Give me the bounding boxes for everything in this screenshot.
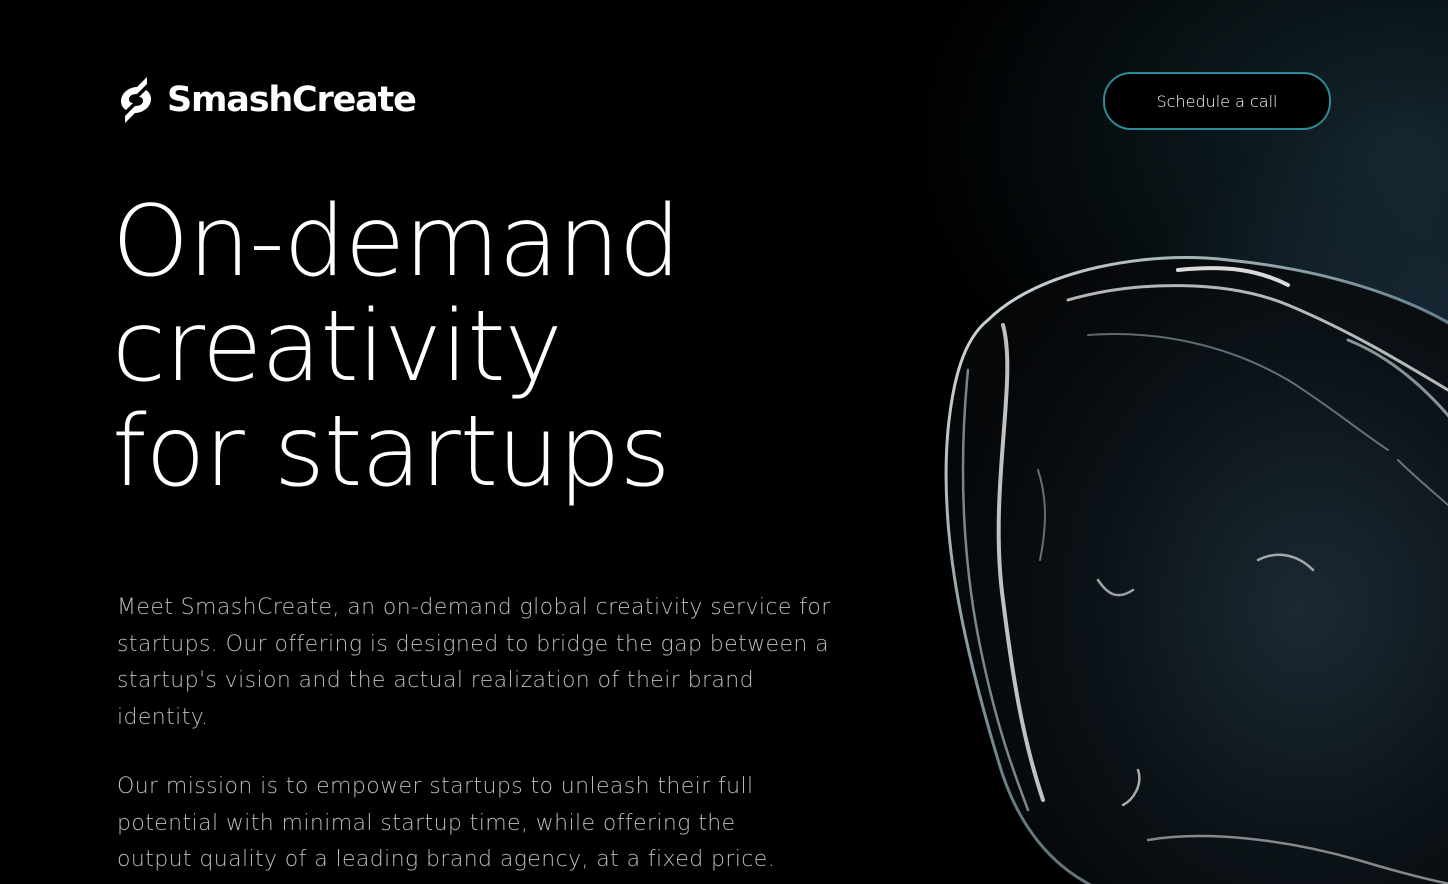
glass-blob-illustration (944, 256, 1448, 884)
mission-paragraph: Our mission is to empower startups to un… (117, 774, 776, 872)
brand-name: SmashCreate (167, 80, 417, 120)
brand-logo[interactable]: SmashCreate (117, 75, 417, 125)
intro-paragraph: Meet SmashCreate, an on-demand global cr… (117, 595, 831, 730)
site-header: SmashCreate Schedule a call (117, 72, 1331, 130)
hero-title: On-demand creativity for startups (112, 185, 681, 509)
hero-title-line-3: for startups (112, 395, 671, 509)
smashcreate-s-icon (121, 77, 151, 123)
schedule-call-button[interactable]: Schedule a call (1103, 72, 1331, 130)
hero-title-line-1: On-demand (112, 185, 681, 299)
hero-title-line-2: creativity (112, 290, 563, 404)
